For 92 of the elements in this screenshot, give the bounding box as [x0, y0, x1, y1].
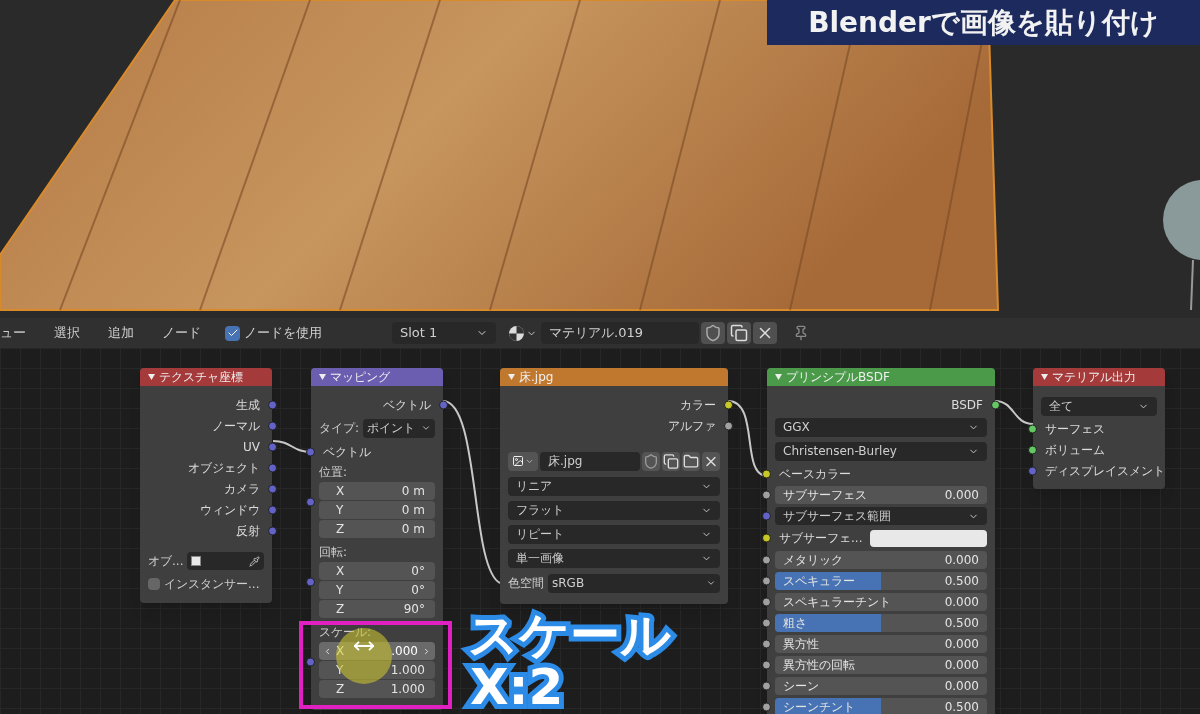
socket-label: UV: [243, 438, 260, 456]
node-title: マテリアル出力: [1052, 369, 1136, 386]
pin-icon[interactable]: [793, 325, 809, 341]
checkbox-label: ノードを使用: [244, 324, 322, 343]
number-field[interactable]: Y 1.000: [319, 661, 435, 679]
socket-icon[interactable]: [1028, 424, 1037, 433]
socket-icon[interactable]: [762, 597, 771, 606]
socket-icon[interactable]: [762, 702, 771, 711]
socket-label: ディスプレイスメント: [1045, 462, 1165, 480]
slot-dropdown[interactable]: Slot 1: [392, 322, 496, 344]
object-field[interactable]: [187, 552, 264, 570]
node-title: マッピング: [330, 369, 390, 386]
sphere-icon: [508, 324, 525, 342]
collapse-arrow-icon[interactable]: [775, 374, 782, 380]
menu-item[interactable]: ュー: [0, 323, 50, 343]
node-link: [994, 400, 1034, 425]
title-banner: Blenderで画像を貼り付け: [767, 0, 1200, 45]
group-label: スケール:: [319, 624, 373, 641]
object-icon: [191, 556, 202, 566]
socket-label: ノーマル: [212, 417, 260, 435]
collapse-arrow-icon[interactable]: [508, 374, 515, 380]
node-title: プリンシプルBSDF: [786, 369, 890, 386]
material-name-field[interactable]: マテリアル.019: [541, 322, 699, 344]
field-label: オブ...: [148, 553, 184, 570]
checkbox-label: インスタンサー...: [164, 576, 260, 593]
group-label: 回転:: [319, 544, 349, 561]
socket-icon[interactable]: [762, 533, 771, 543]
socket-icon[interactable]: [724, 421, 733, 430]
socket-icon[interactable]: [991, 400, 1000, 409]
number-field[interactable]: Y 0 m: [319, 501, 435, 519]
check-icon: [226, 327, 239, 339]
checkbox[interactable]: [225, 325, 240, 341]
number-field[interactable]: X 0 m: [319, 482, 435, 500]
number-field[interactable]: Z 1.000: [319, 680, 435, 698]
number-field[interactable]: X 0°: [319, 562, 435, 580]
menu-item[interactable]: 追加: [104, 323, 158, 343]
socket-icon[interactable]: [762, 555, 771, 564]
socket-label: 反射: [236, 522, 260, 540]
menu-item[interactable]: ノード: [158, 323, 225, 343]
socket-label: ベクトル: [383, 396, 431, 414]
socket-label: アルファ: [668, 417, 716, 435]
socket-icon[interactable]: [1028, 445, 1037, 454]
socket-icon[interactable]: [762, 660, 771, 669]
socket-label: カメラ: [224, 480, 260, 498]
number-field[interactable]: X .000: [319, 642, 435, 660]
node-title: テクスチャ座標: [159, 369, 243, 386]
node-header[interactable]: マテリアル出力: [1033, 368, 1165, 386]
node-canvas[interactable]: [0, 348, 1200, 714]
collapse-arrow-icon[interactable]: [148, 374, 155, 380]
socket-icon[interactable]: [762, 576, 771, 585]
socket-label: ボリューム: [1045, 441, 1105, 459]
socket-label: カラー: [680, 396, 716, 414]
material-browse-button[interactable]: [508, 324, 537, 342]
socket-icon[interactable]: [762, 469, 771, 478]
socket-label: 生成: [236, 396, 260, 414]
collapse-arrow-icon[interactable]: [1041, 374, 1048, 380]
eyedropper-icon[interactable]: [249, 555, 260, 567]
socket-label: ベクトル: [323, 443, 371, 461]
field-label: 色空間: [508, 575, 544, 592]
socket-icon[interactable]: [762, 490, 771, 499]
chevron-icon: [421, 423, 431, 433]
socket-icon[interactable]: [724, 400, 733, 409]
checkbox[interactable]: [148, 578, 160, 590]
copy-icon[interactable]: [727, 322, 751, 344]
socket-label: BSDF: [951, 396, 983, 414]
viewport[interactable]: Blenderで画像を貼り付け: [0, 0, 1200, 318]
socket-label: サーフェス: [1045, 420, 1105, 438]
close-icon[interactable]: [753, 322, 777, 344]
socket-icon[interactable]: [762, 681, 771, 690]
socket-label: ウィンドウ: [200, 501, 260, 519]
menu-item[interactable]: 選択: [50, 323, 104, 343]
collapse-arrow-icon[interactable]: [319, 374, 326, 380]
socket-label: オブジェクト: [188, 459, 260, 477]
node-header[interactable]: マッピング: [311, 368, 443, 386]
field-label: タイプ:: [319, 420, 360, 437]
socket-label: ベースカラー: [779, 465, 851, 483]
socket-icon[interactable]: [439, 400, 448, 409]
node-title: 床.jpg: [519, 369, 554, 386]
image-icon: [512, 455, 524, 467]
decrement-icon[interactable]: [323, 646, 332, 656]
increment-icon[interactable]: [422, 646, 431, 656]
group-label: 位置:: [319, 464, 349, 481]
shield-icon[interactable]: [701, 322, 725, 344]
number-field[interactable]: Z 0 m: [319, 520, 435, 538]
number-field[interactable]: Z 90°: [319, 600, 435, 618]
number-field[interactable]: Y 0°: [319, 581, 435, 599]
dropdown[interactable]: サブサーフェス範囲: [775, 507, 987, 525]
socket-icon[interactable]: [762, 618, 771, 627]
chevron-icon: [706, 578, 716, 588]
node-header[interactable]: テクスチャ座標: [140, 368, 272, 386]
socket-icon[interactable]: [762, 639, 771, 648]
socket-label: サブサーフェ...: [779, 530, 863, 547]
